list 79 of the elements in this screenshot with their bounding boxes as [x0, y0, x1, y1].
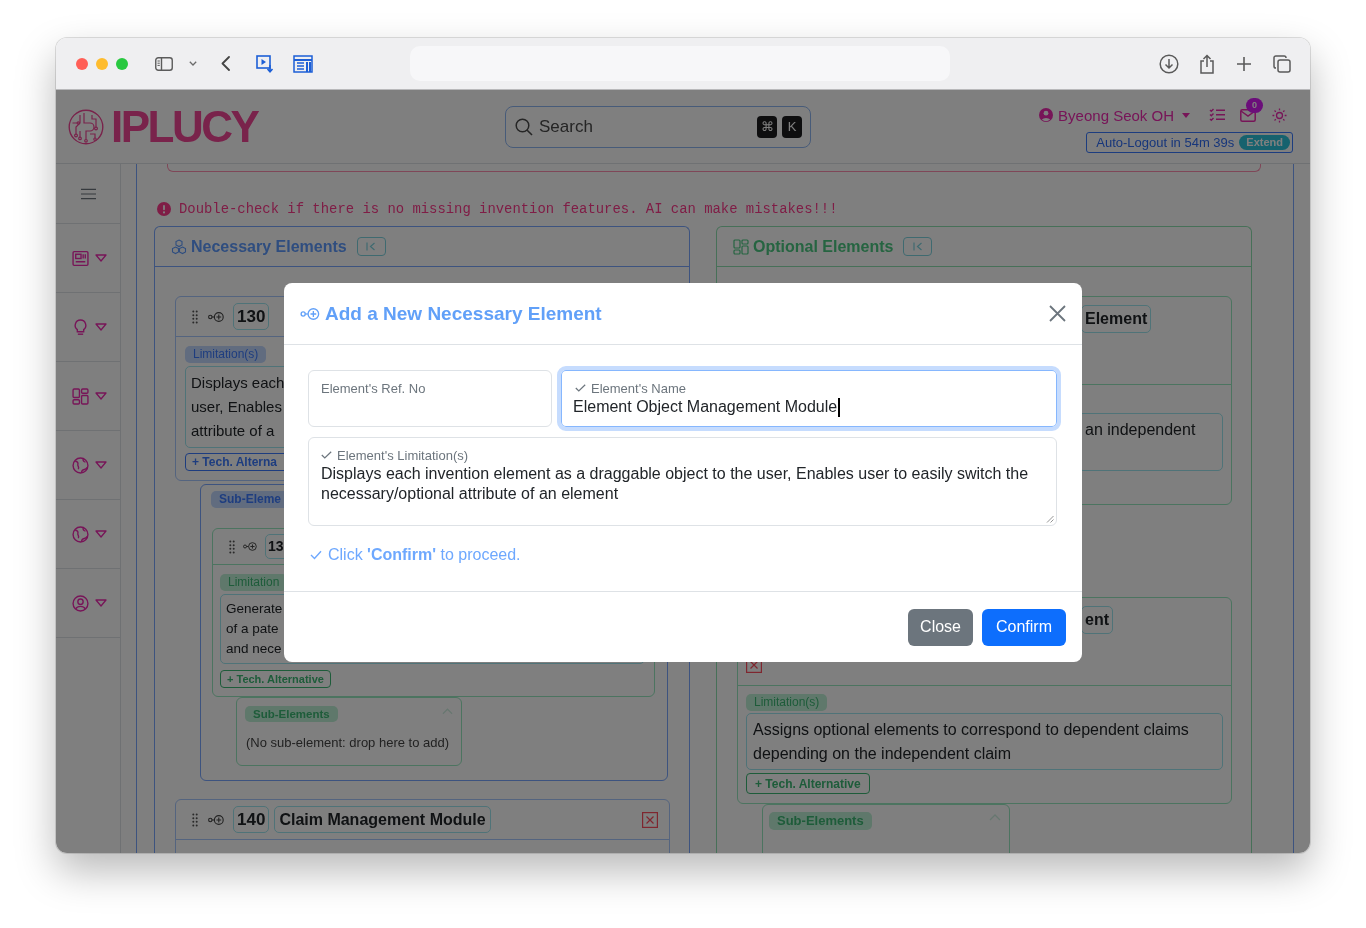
grid-icon [733, 238, 749, 255]
resize-grip-icon[interactable] [1046, 515, 1054, 523]
user-icon [1039, 108, 1054, 122]
check-icon [310, 550, 322, 560]
confirm-button[interactable]: Confirm [982, 608, 1066, 646]
collapse-icon [366, 242, 377, 251]
modal-title: Add a New Necessary Element [325, 302, 602, 325]
node-add-icon [300, 307, 320, 320]
collapse-button[interactable] [903, 237, 933, 256]
limitation-field[interactable]: Assigns optional elements to correspond to dependent claims depending on the independent claim [746, 713, 1223, 770]
ref-number-field[interactable]: 140 [233, 806, 270, 833]
sub-elements-badge: Sub-Elements [245, 706, 338, 722]
play-download-icon[interactable] [256, 54, 274, 73]
globe-icon [71, 456, 89, 474]
menu-icon[interactable] [80, 187, 96, 200]
input-field[interactable]: Element's Ref. No [308, 370, 552, 427]
chevron-down-icon[interactable] [189, 61, 197, 66]
back-icon[interactable] [221, 56, 230, 71]
close-icon[interactable] [1049, 305, 1066, 322]
element-name-field[interactable]: Claim Management Module [274, 806, 491, 833]
panel-title: Optional Elements [753, 237, 894, 256]
panel-title: Necessary Elements [191, 237, 347, 256]
sidebar-toggle-icon[interactable] [155, 56, 173, 71]
shortcut-key: ⌘ [757, 115, 777, 138]
caret-down-icon [1182, 112, 1190, 118]
window-minimize-button[interactable] [96, 57, 108, 70]
layout-icon[interactable] [293, 54, 313, 73]
node-add-icon [243, 542, 257, 551]
window-close-button[interactable] [76, 57, 88, 70]
alert-icon [157, 202, 171, 216]
caret-down-icon [94, 392, 107, 400]
floating-label: Element's Limitation(s) [337, 447, 469, 463]
caret-down-icon [94, 530, 107, 538]
caret-down-icon [94, 599, 107, 607]
lightbulb-icon [71, 318, 89, 336]
drag-handle-icon[interactable] [192, 812, 198, 827]
close-button[interactable]: Close [908, 608, 973, 646]
auto-logout-timer: Auto-Logout in 54m 39s [1096, 135, 1235, 150]
shortcut-key: K [782, 115, 802, 138]
collapse-button[interactable] [356, 237, 386, 256]
input-field[interactable]: Element's Name Element Object Management Module [557, 366, 1061, 431]
sun-icon[interactable] [1272, 107, 1287, 123]
globe-icon [71, 525, 89, 543]
caret-down-icon [94, 461, 107, 469]
limitation-badge: Limitation(s) [746, 694, 828, 711]
window-zoom-button[interactable] [116, 57, 128, 70]
user-circle-icon [71, 594, 89, 612]
warning-message: Double-check if there is no missing invention features. AI can make mistakes!!! [179, 201, 838, 217]
node-add-icon [208, 814, 224, 825]
board-icon [71, 249, 89, 267]
plus-icon[interactable] [1236, 55, 1252, 72]
search-field[interactable]: Search ⌘ K [505, 105, 811, 148]
user-menu-button[interactable]: Byeong Seok OH [1039, 106, 1190, 124]
notification-badge: 0 [1246, 97, 1263, 113]
node-add-icon [208, 311, 224, 322]
circuit-logo-icon[interactable] [68, 108, 104, 145]
boxes-icon [171, 238, 187, 255]
grid-icon [71, 387, 89, 405]
drag-handle-icon[interactable] [192, 309, 198, 324]
search-icon [515, 117, 533, 136]
download-icon[interactable] [1159, 53, 1179, 74]
checklist-icon[interactable] [1209, 108, 1225, 122]
drag-handle-icon[interactable] [229, 539, 235, 554]
floating-label: Element's Ref. No [321, 380, 426, 396]
envelope-icon[interactable] [1240, 108, 1256, 122]
text-cursor-icon [838, 397, 840, 417]
caret-down-icon [94, 323, 107, 331]
ref-number-field[interactable]: 130 [233, 303, 270, 330]
caret-down-icon [94, 254, 107, 262]
textarea-field[interactable]: Element's Limitation(s) Displays each invention element as a draggable object to the user, Enables user to easily switch the necessary/optional attribute of an element [308, 437, 1057, 526]
sub-elements-badge: Sub-Elements [769, 812, 872, 830]
collapse-icon [912, 242, 923, 251]
tabs-icon[interactable] [1273, 54, 1291, 73]
confirm-hint: Click 'Confirm' to proceed. [328, 545, 521, 565]
limitation-badge: Limitation(s) [185, 346, 267, 363]
empty-drop-hint: (No sub-element: drop here to add) [245, 734, 451, 752]
floating-label: Element's Name [591, 380, 686, 396]
share-icon[interactable] [1199, 53, 1215, 74]
logo-text[interactable]: IPLUCY [111, 104, 258, 149]
